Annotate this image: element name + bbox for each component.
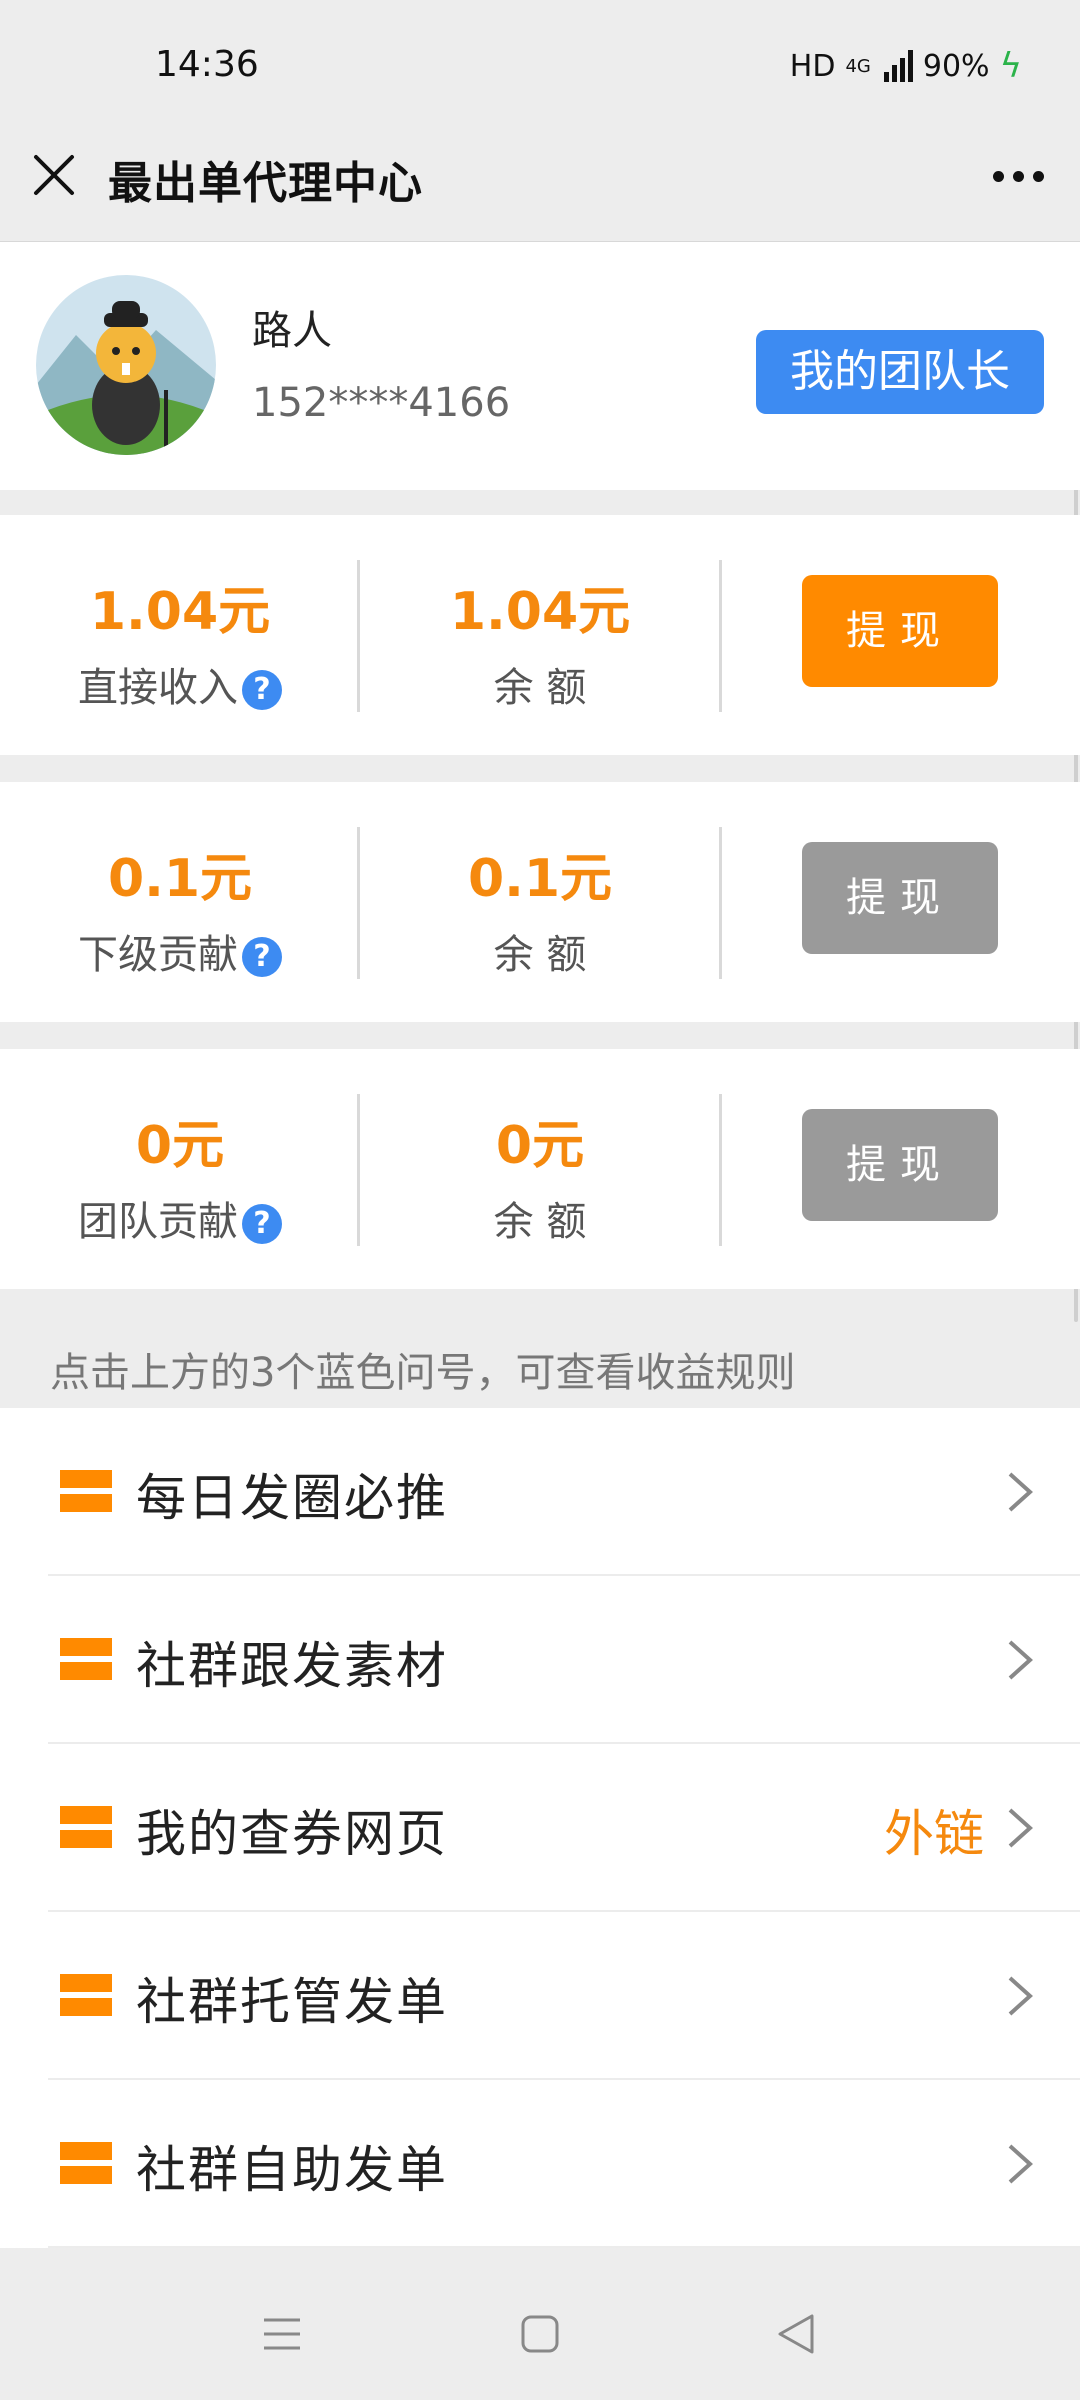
help-question-icon[interactable]: ?: [242, 670, 282, 710]
hd-indicator: HD: [789, 48, 836, 84]
avatar[interactable]: [36, 275, 216, 455]
balance-cell: 1.04元 余 额: [360, 515, 720, 755]
menu-item-daily-moments[interactable]: 每日发圈必推: [0, 1408, 1080, 1576]
chevron-right-icon: [1008, 2144, 1033, 2184]
withdraw-button[interactable]: 提现: [802, 842, 998, 954]
back-icon[interactable]: [774, 2312, 818, 2356]
menu-item-self-posting[interactable]: 社群自助发单: [0, 2080, 1080, 2248]
title-bar: 最出单代理中心: [0, 135, 1080, 242]
rules-hint-text: 点击上方的3个蓝色问号，可查看收益规则: [50, 1350, 796, 1396]
income-label: 直接收入?: [0, 655, 360, 713]
divider: [719, 560, 722, 712]
chevron-right-icon: [1008, 1976, 1033, 2016]
income-label: 团队贡献?: [0, 1189, 360, 1247]
chevron-right-icon: [1008, 1472, 1033, 1512]
direct-income-card: 1.04元 直接收入? 1.04元 余 额 提现: [0, 515, 1080, 755]
menu-bars-icon: [60, 1974, 112, 2018]
menu-bars-icon: [60, 1470, 112, 1514]
menu-item-label: 每日发圈必推: [136, 1469, 448, 1527]
menu-icon[interactable]: [262, 2314, 302, 2354]
menu-bars-icon: [60, 1638, 112, 1682]
menu-item-label: 社群跟发素材: [136, 1637, 448, 1695]
home-icon[interactable]: [520, 2314, 560, 2354]
income-cell: 0元 团队贡献?: [0, 1049, 360, 1289]
balance-cell: 0.1元 余 额: [360, 782, 720, 1022]
help-question-icon[interactable]: ?: [242, 1204, 282, 1244]
feature-menu: 每日发圈必推 社群跟发素材 我的查券网页 外链 社群托管发单 社群自助发单: [0, 1408, 1080, 2248]
income-cell: 1.04元 直接收入?: [0, 515, 360, 755]
user-name: 路人: [252, 308, 332, 354]
external-link-badge: 外链: [884, 1805, 984, 1863]
balance-amount: 0.1元: [467, 849, 613, 909]
income-amount: 0.1元: [107, 849, 253, 909]
balance-amount: 0元: [495, 1116, 585, 1176]
balance-cell: 0元 余 额: [360, 1049, 720, 1289]
network-icon: 4G: [845, 55, 871, 77]
withdraw-button[interactable]: 提现: [802, 1109, 998, 1221]
page-title: 最出单代理中心: [108, 158, 423, 209]
my-team-leader-button[interactable]: 我的团队长: [756, 330, 1044, 414]
withdraw-button[interactable]: 提现: [802, 575, 998, 687]
income-amount: 1.04元: [89, 582, 271, 642]
menu-bars-icon: [60, 1806, 112, 1850]
divider: [719, 827, 722, 979]
menu-item-coupon-page[interactable]: 我的查券网页 外链: [0, 1744, 1080, 1912]
user-phone: 152****4166: [252, 380, 511, 426]
charging-icon: ϟ: [999, 46, 1022, 86]
balance-amount: 1.04元: [449, 582, 631, 642]
profile-section: 路人 152****4166 我的团队长: [0, 242, 1080, 490]
divider: [719, 1094, 722, 1246]
status-bar: 14:36 HD 4G 90% ϟ: [0, 0, 1080, 135]
chevron-right-icon: [1008, 1808, 1033, 1848]
status-icons: HD 4G 90% ϟ: [780, 46, 1022, 86]
menu-item-label: 社群托管发单: [136, 1973, 448, 2031]
battery-level: 90%: [922, 48, 990, 84]
chevron-right-icon: [1008, 1640, 1033, 1680]
divider: [48, 2246, 1080, 2248]
balance-label: 余 额: [493, 665, 587, 711]
menu-item-group-materials[interactable]: 社群跟发素材: [0, 1576, 1080, 1744]
menu-item-label: 社群自助发单: [136, 2141, 448, 2199]
balance-label: 余 额: [493, 932, 587, 978]
more-options-icon[interactable]: [984, 171, 1044, 182]
system-nav-bar: [0, 2268, 1080, 2400]
income-amount: 0元: [135, 1116, 225, 1176]
income-label: 下级贡献?: [0, 922, 360, 980]
status-time: 14:36: [155, 44, 259, 85]
close-icon[interactable]: [30, 151, 78, 199]
subordinate-contribution-card: 0.1元 下级贡献? 0.1元 余 额 提现: [0, 782, 1080, 1022]
income-cell: 0.1元 下级贡献?: [0, 782, 360, 1022]
balance-label: 余 额: [493, 1199, 587, 1245]
help-question-icon[interactable]: ?: [242, 937, 282, 977]
signal-icon: [881, 50, 913, 82]
menu-item-label: 我的查券网页: [136, 1805, 448, 1863]
menu-item-hosted-posting[interactable]: 社群托管发单: [0, 1912, 1080, 2080]
team-contribution-card: 0元 团队贡献? 0元 余 额 提现: [0, 1049, 1080, 1289]
menu-bars-icon: [60, 2142, 112, 2186]
